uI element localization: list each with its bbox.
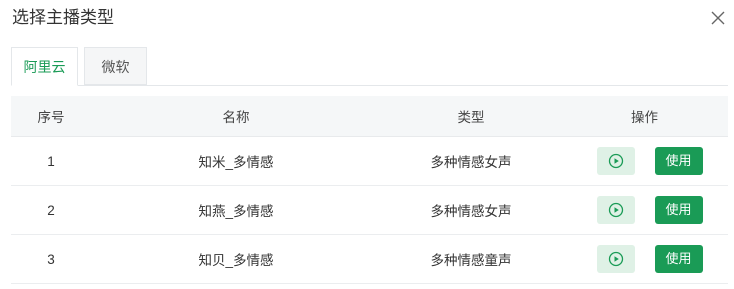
header-index: 序号 (11, 96, 91, 137)
header-type: 类型 (381, 96, 561, 137)
header-name: 名称 (91, 96, 381, 137)
anchor-table: 序号 名称 类型 操作 1 知米_多情感 多种情感女声 使用 2 知燕_多情感 … (11, 96, 728, 284)
row-index: 2 (11, 185, 91, 235)
row-name: 知燕_多情感 (91, 185, 381, 235)
close-icon (711, 11, 725, 25)
use-button[interactable]: 使用 (654, 245, 703, 273)
row-name: 知米_多情感 (91, 136, 381, 186)
row-index: 1 (11, 136, 91, 186)
use-button[interactable]: 使用 (654, 147, 703, 175)
tab-aliyun[interactable]: 阿里云 (11, 47, 78, 86)
row-index: 3 (11, 234, 91, 284)
tab-microsoft[interactable]: 微软 (84, 47, 147, 85)
table-row: 3 知贝_多情感 多种情感童声 使用 (11, 234, 728, 284)
row-actions: 使用 (561, 136, 728, 186)
header-actions: 操作 (561, 96, 728, 137)
play-icon (608, 251, 623, 267)
row-type: 多种情感童声 (381, 234, 561, 284)
play-button[interactable] (596, 196, 635, 224)
tab-bar: 阿里云 微软 (11, 47, 728, 86)
play-button[interactable] (596, 147, 635, 175)
close-button[interactable] (710, 10, 726, 26)
play-button[interactable] (596, 245, 635, 273)
dialog-title: 选择主播类型 (12, 8, 114, 27)
row-actions: 使用 (561, 185, 728, 235)
row-type: 多种情感女声 (381, 136, 561, 186)
table-row: 2 知燕_多情感 多种情感女声 使用 (11, 185, 728, 235)
row-name: 知贝_多情感 (91, 234, 381, 284)
play-icon (608, 153, 623, 169)
table-row: 1 知米_多情感 多种情感女声 使用 (11, 136, 728, 186)
row-type: 多种情感女声 (381, 185, 561, 235)
use-button[interactable]: 使用 (654, 196, 703, 224)
table-header-row: 序号 名称 类型 操作 (11, 96, 728, 137)
play-icon (608, 202, 623, 218)
row-actions: 使用 (561, 234, 728, 284)
